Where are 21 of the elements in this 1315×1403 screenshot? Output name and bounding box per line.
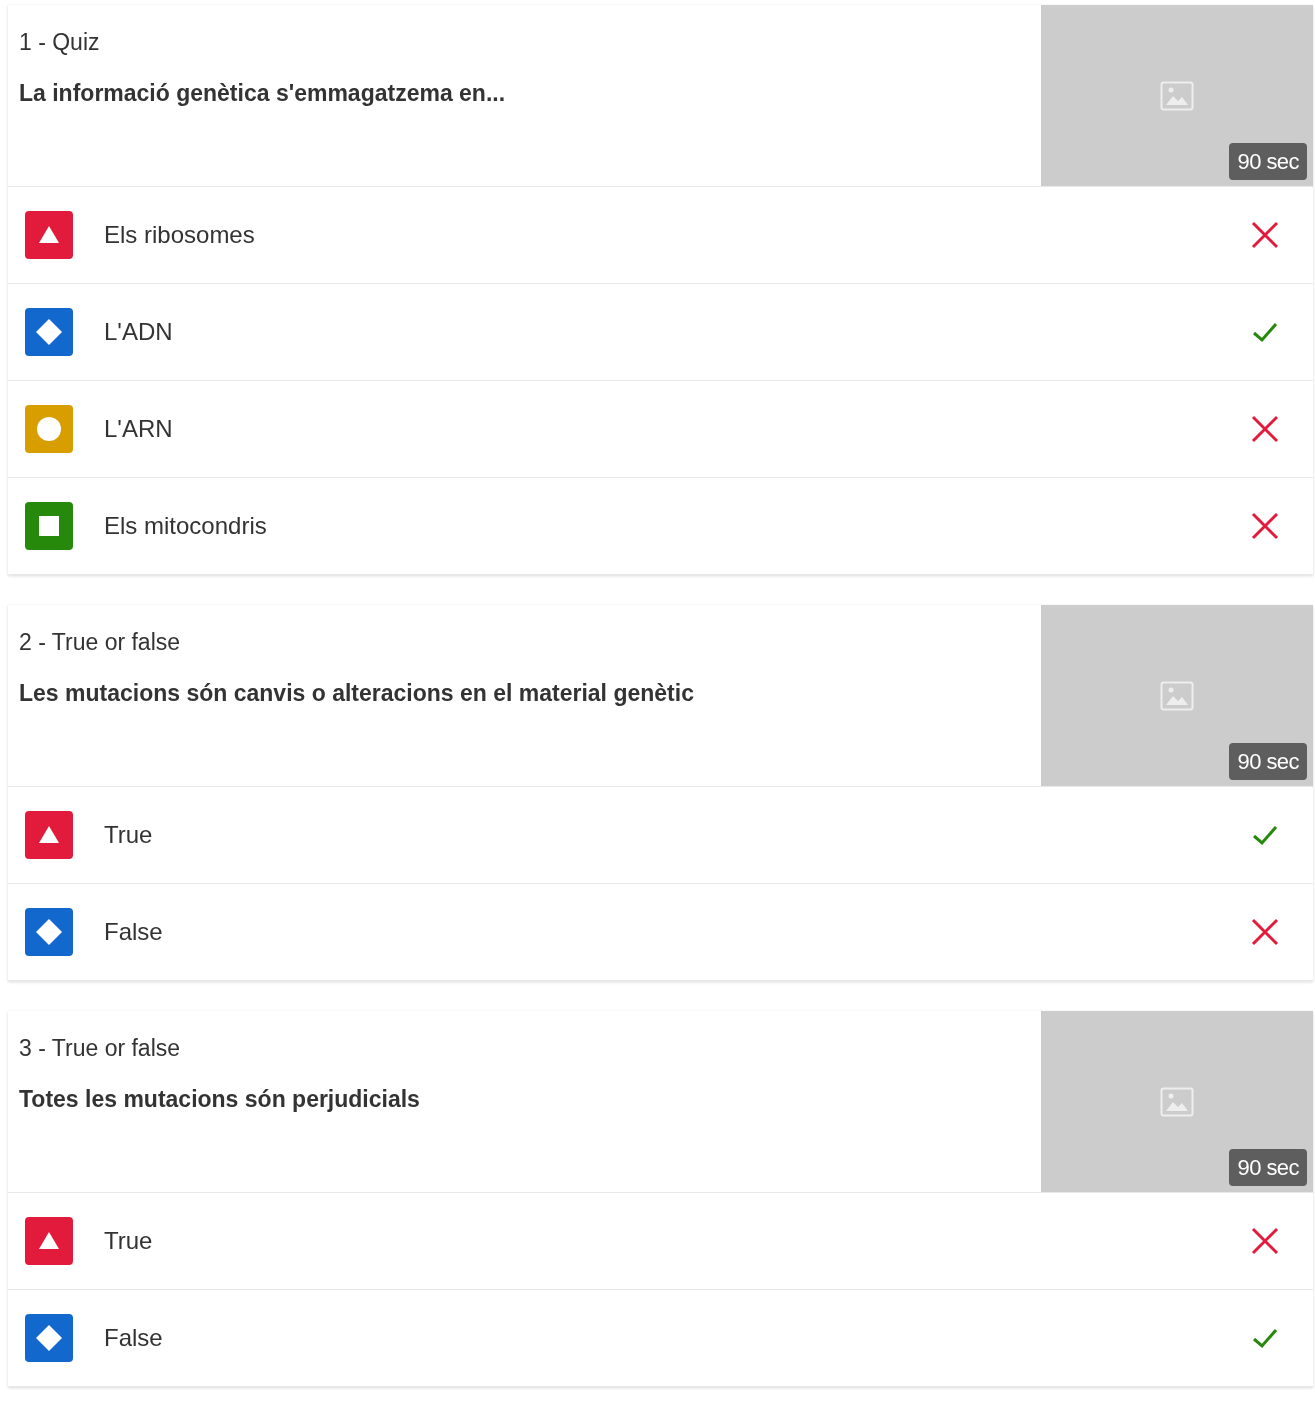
time-badge: 90 sec	[1229, 1149, 1307, 1186]
answer-text: L'ARN	[104, 414, 174, 444]
answer-text: Els ribosomes	[104, 220, 256, 250]
image-icon	[1160, 80, 1194, 111]
image-icon	[1160, 1086, 1194, 1117]
answer-text: L'ADN	[104, 317, 174, 347]
question-type: 2 - True or false	[19, 628, 182, 657]
question-type: 1 - Quiz	[19, 28, 101, 57]
answer-text: False	[104, 917, 164, 947]
answer-text: True	[104, 820, 154, 850]
time-badge: 90 sec	[1229, 743, 1307, 780]
square-icon	[25, 502, 73, 550]
question-text: La informació genètica s'emmagatzema en...	[19, 78, 507, 108]
answer-text: False	[104, 1323, 164, 1353]
question-text: Les mutacions són canvis o alteracions en el material genètic	[19, 678, 695, 708]
answer-text: True	[104, 1226, 154, 1256]
answer-text: Els mitocondris	[104, 511, 268, 541]
question-text: Totes les mutacions són perjudicials	[19, 1084, 421, 1114]
image-icon	[1160, 680, 1194, 711]
time-badge: 90 sec	[1229, 143, 1307, 180]
question-type: 3 - True or false	[19, 1034, 182, 1063]
